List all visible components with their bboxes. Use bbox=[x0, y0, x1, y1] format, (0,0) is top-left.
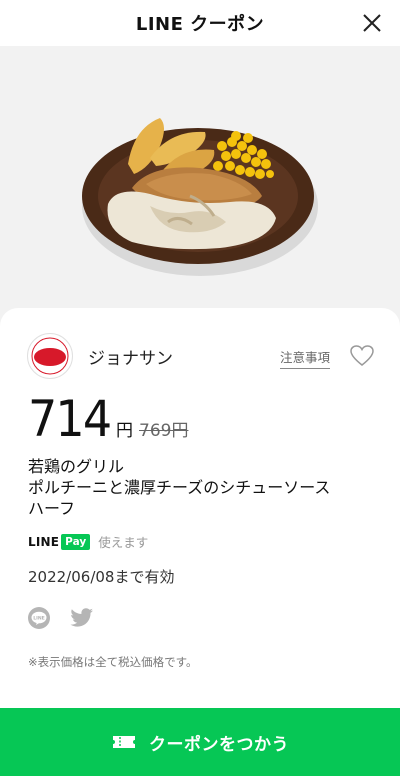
product-image bbox=[0, 46, 400, 314]
bottom-strip bbox=[0, 776, 400, 780]
coupon-card: ジョナサン 注意事項 714 円 769円 若鶏のグリル ポルチーニと濃厚チーズ… bbox=[0, 308, 400, 708]
product-title-line: ポルチーニと濃厚チーズのシチューソース bbox=[28, 478, 331, 497]
use-coupon-label: クーポンをつかう bbox=[149, 734, 289, 755]
price-row: 714 円 769円 bbox=[28, 390, 188, 450]
close-icon bbox=[363, 14, 381, 32]
app-header: LINE クーポン bbox=[0, 0, 400, 46]
ticket-icon bbox=[113, 736, 135, 748]
expiry-date: 2022/06/08まで有効 bbox=[28, 568, 175, 586]
product-title-line: 若鶏のグリル bbox=[28, 457, 125, 476]
line-pay-badge: Pay bbox=[61, 533, 91, 550]
heart-icon bbox=[350, 345, 374, 366]
tax-note: ※表示価格は全て税込価格です。 bbox=[28, 655, 198, 669]
line-pay-usable-text: 使えます bbox=[98, 535, 149, 550]
favorite-button[interactable] bbox=[349, 344, 375, 368]
close-button[interactable] bbox=[358, 9, 386, 37]
header-title: LINE クーポン bbox=[135, 14, 265, 35]
brand-name[interactable]: ジョナサン bbox=[88, 344, 173, 369]
line-pay-logo-text: LINE bbox=[28, 534, 60, 549]
price-unit: 円 bbox=[116, 421, 133, 441]
product-title: 若鶏のグリル ポルチーニと濃厚チーズのシチューソース ハーフ bbox=[28, 456, 378, 519]
product-title-line: ハーフ bbox=[28, 499, 76, 518]
line-pay-row: LINE Pay 使えます bbox=[28, 532, 148, 551]
svg-text:LINE: LINE bbox=[33, 616, 45, 622]
line-icon[interactable]: LINE bbox=[28, 607, 50, 629]
original-price: 769円 bbox=[139, 421, 189, 441]
brand-logo bbox=[27, 333, 73, 379]
terms-link[interactable]: 注意事項 bbox=[280, 347, 331, 369]
twitter-icon[interactable] bbox=[70, 607, 94, 629]
use-coupon-button[interactable]: クーポンをつかう bbox=[0, 708, 400, 776]
coupon-price: 714 bbox=[28, 390, 112, 448]
share-row: LINE bbox=[28, 607, 94, 629]
